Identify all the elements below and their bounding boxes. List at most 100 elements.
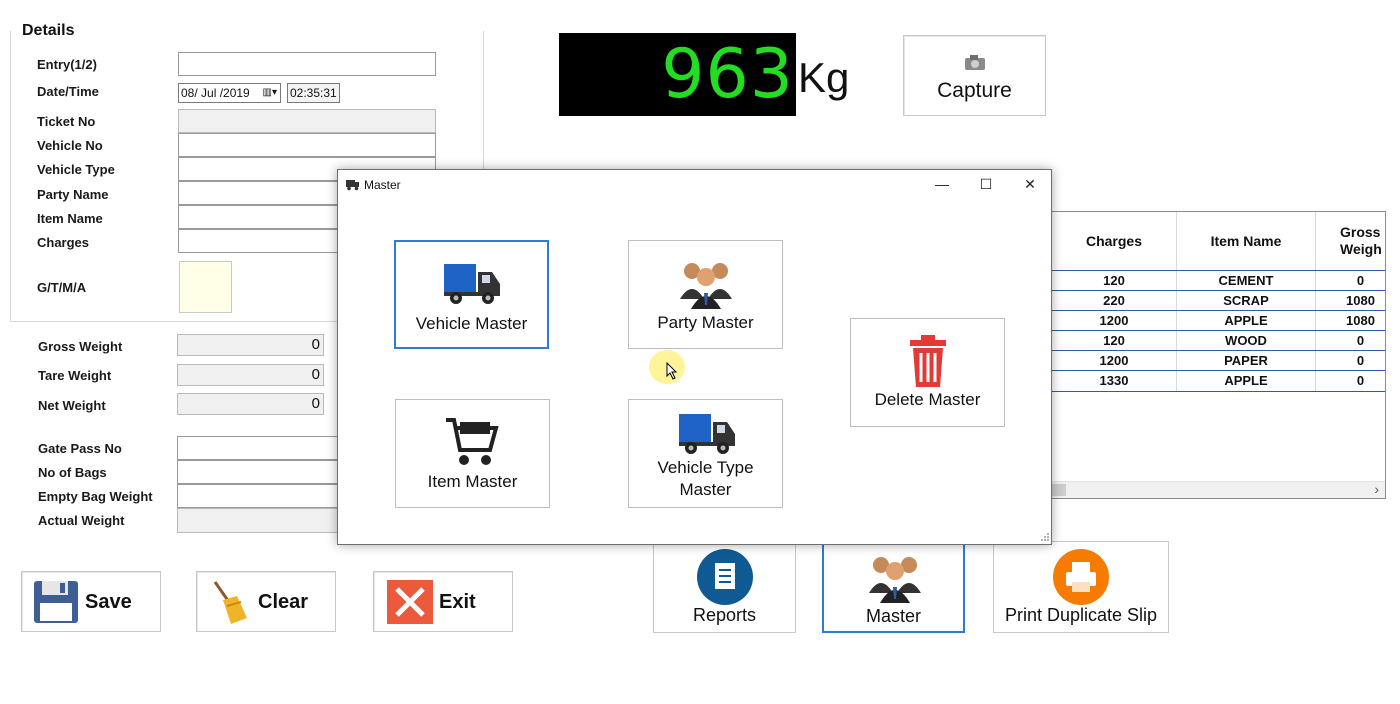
weight-reading: 963 xyxy=(661,35,794,114)
table-row[interactable]: 120 WOOD 0 xyxy=(1052,330,1385,351)
vehicle-type-master-label-2: Master xyxy=(679,480,732,499)
print-duplicate-slip-label: Print Duplicate Slip xyxy=(1004,605,1158,625)
table-row[interactable]: 1200 APPLE 1080 xyxy=(1052,310,1385,331)
save-label: Save xyxy=(85,591,132,613)
table-row[interactable]: 120 CEMENT 0 xyxy=(1052,270,1385,291)
party-master-button[interactable]: Party Master xyxy=(628,240,783,349)
delete-master-label: Delete Master xyxy=(874,390,981,409)
actual-weight-input[interactable] xyxy=(177,508,347,533)
col-header-charges[interactable]: Charges xyxy=(1052,212,1177,270)
cell-gross: 1080 xyxy=(1316,311,1385,331)
cell-charges: 220 xyxy=(1052,291,1177,311)
trash-bin-icon xyxy=(910,335,946,387)
vehicle-type-truck-icon xyxy=(679,414,735,454)
entry-input[interactable] xyxy=(178,52,436,76)
ticket-no-label: Ticket No xyxy=(37,114,96,129)
cell-gross: 1080 xyxy=(1316,291,1385,311)
net-weight-field[interactable]: 0 xyxy=(177,393,324,415)
clear-button[interactable]: Clear xyxy=(196,571,336,632)
weight-unit: Kg xyxy=(798,54,850,101)
table-row[interactable]: 1200 PAPER 0 xyxy=(1052,350,1385,371)
entry-label: Entry(1/2) xyxy=(37,57,97,72)
table-row[interactable]: 220 SCRAP 1080 xyxy=(1052,290,1385,311)
master-label: Master xyxy=(865,606,921,626)
save-button[interactable]: Save xyxy=(21,571,161,632)
master-button[interactable]: Master xyxy=(822,541,965,633)
exit-label: Exit xyxy=(439,591,476,613)
vehicle-type-master-label-1: Vehicle Type xyxy=(657,458,754,477)
col-header-gross-weight[interactable]: Gross Weigh xyxy=(1316,212,1385,270)
gate-pass-label: Gate Pass No xyxy=(38,441,122,456)
time-field[interactable]: 02:35:31 xyxy=(287,83,340,103)
reports-label: Reports xyxy=(692,605,757,625)
charges-label: Charges xyxy=(37,235,90,250)
cell-item: CEMENT xyxy=(1177,271,1316,291)
cell-gross: 0 xyxy=(1316,371,1385,391)
party-users-icon xyxy=(680,263,732,309)
item-master-label: Item Master xyxy=(427,472,518,491)
resize-grip-icon[interactable] xyxy=(1040,532,1050,542)
empty-bag-weight-label: Empty Bag Weight xyxy=(38,489,153,504)
col-header-gross-weight-text: Gross Weigh xyxy=(1340,224,1382,257)
gate-pass-input[interactable] xyxy=(177,436,347,460)
scroll-right-arrow[interactable]: › xyxy=(1374,481,1379,497)
weight-display: 963 xyxy=(559,33,796,116)
cell-item: APPLE xyxy=(1177,311,1316,331)
tare-weight-label: Tare Weight xyxy=(38,368,112,383)
vehicle-type-label: Vehicle Type xyxy=(37,162,115,177)
gtma-label: G/T/M/A xyxy=(37,280,87,295)
tare-weight-field[interactable]: 0 xyxy=(177,364,324,386)
empty-bag-weight-input[interactable] xyxy=(177,484,347,508)
calendar-dropdown-icon[interactable]: ▥▾ xyxy=(263,84,277,102)
party-master-label: Party Master xyxy=(657,313,754,332)
gtma-box[interactable] xyxy=(179,261,232,313)
entries-grid[interactable]: Charges Item Name Gross Weigh 120 CEMENT… xyxy=(1051,211,1386,499)
item-name-label: Item Name xyxy=(37,211,103,226)
ticket-no-input[interactable] xyxy=(178,109,436,133)
delete-master-button[interactable]: Delete Master xyxy=(850,318,1005,427)
party-name-label: Party Name xyxy=(37,187,109,202)
vehicle-no-input[interactable] xyxy=(178,133,436,157)
date-value: 08/ Jul /2019 xyxy=(181,86,250,100)
cell-gross: 0 xyxy=(1316,271,1385,291)
cell-item: WOOD xyxy=(1177,331,1316,351)
net-weight-label: Net Weight xyxy=(38,398,106,413)
exit-button[interactable]: Exit xyxy=(373,571,513,632)
cell-item: SCRAP xyxy=(1177,291,1316,311)
actual-weight-label: Actual Weight xyxy=(38,513,125,528)
grid-horizontal-scrollbar[interactable]: › xyxy=(1052,481,1385,498)
cell-charges: 120 xyxy=(1052,271,1177,291)
no-of-bags-input[interactable] xyxy=(177,460,347,484)
cell-gross: 0 xyxy=(1316,351,1385,371)
minimize-button[interactable]: — xyxy=(931,174,953,194)
printer-icon xyxy=(1053,549,1109,605)
gross-weight-field[interactable]: 0 xyxy=(177,334,324,356)
details-title: Details xyxy=(20,22,77,40)
cell-item: PAPER xyxy=(1177,351,1316,371)
dialog-title: Master xyxy=(364,178,401,192)
no-of-bags-label: No of Bags xyxy=(38,465,107,480)
close-button[interactable]: ✕ xyxy=(1019,174,1041,194)
table-row[interactable]: 1330 APPLE 0 xyxy=(1052,370,1385,392)
item-master-button[interactable]: Item Master xyxy=(395,399,550,508)
col-header-item-name[interactable]: Item Name xyxy=(1177,212,1316,270)
capture-button[interactable]: Capture xyxy=(903,35,1046,116)
vehicle-no-label: Vehicle No xyxy=(37,138,103,153)
date-time-label: Date/Time xyxy=(37,84,99,99)
truck-title-icon xyxy=(346,180,359,191)
vehicle-master-button[interactable]: Vehicle Master xyxy=(394,240,549,349)
reports-button[interactable]: Reports xyxy=(653,541,796,633)
capture-label: Capture xyxy=(937,79,1012,102)
scroll-thumb[interactable] xyxy=(1052,484,1066,496)
maximize-button[interactable]: ☐ xyxy=(975,174,997,194)
clear-label: Clear xyxy=(258,591,309,613)
vehicle-type-master-button[interactable]: Vehicle Type Master xyxy=(628,399,783,508)
report-document-icon xyxy=(697,549,753,605)
date-picker[interactable]: 08/ Jul /2019 ▥▾ xyxy=(178,83,281,103)
cell-charges: 1200 xyxy=(1052,311,1177,331)
gross-weight-label: Gross Weight xyxy=(38,339,123,354)
print-duplicate-slip-button[interactable]: Print Duplicate Slip xyxy=(993,541,1169,633)
floppy-disk-icon xyxy=(34,581,78,623)
cell-item: APPLE xyxy=(1177,371,1316,391)
master-dialog: Master — ☐ ✕ Vehicle Master Party Master xyxy=(337,169,1052,545)
